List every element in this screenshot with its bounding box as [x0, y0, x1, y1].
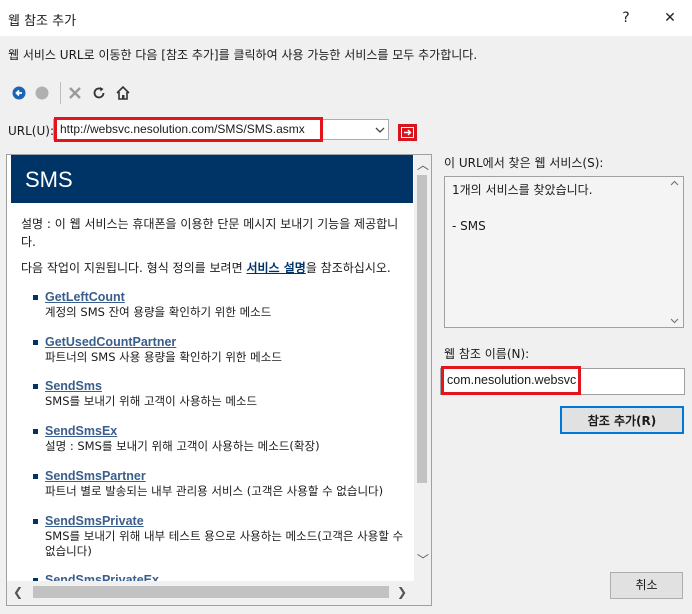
go-arrow-icon: [401, 127, 414, 138]
toolbar-separator: [60, 82, 61, 104]
vertical-scroll-thumb[interactable]: [417, 175, 427, 483]
operation-item: SendSmsPartner 파트너 별로 발송되는 내부 관리용 서비스 (고…: [33, 469, 415, 499]
operation-link[interactable]: SendSmsEx: [45, 424, 415, 439]
scroll-down-icon[interactable]: ﹀: [417, 551, 429, 568]
scroll-left-icon[interactable]: ❮: [13, 585, 23, 599]
operation-link[interactable]: SendSmsPartner: [45, 469, 415, 484]
bullet: [33, 519, 38, 524]
operations-intro-text: 다음 작업이 지원됩니다. 형식 정의를 보려면: [21, 261, 247, 275]
scroll-corner: [414, 581, 431, 605]
window-title: 웹 참조 추가: [8, 14, 77, 29]
operation-link[interactable]: SendSms: [45, 379, 415, 394]
services-found-label: 이 URL에서 찾은 웹 서비스(S):: [444, 156, 604, 170]
operation-link[interactable]: SendSmsPrivate: [45, 514, 415, 529]
service-description-link[interactable]: 서비스 설명: [246, 261, 305, 275]
refresh-icon[interactable]: [90, 84, 108, 102]
service-header: SMS: [11, 155, 413, 203]
chevron-down-icon[interactable]: [372, 121, 388, 138]
back-icon[interactable]: [10, 84, 28, 102]
bullet: [33, 474, 38, 479]
operation-link[interactable]: SendSmsPrivateEx: [45, 573, 415, 581]
url-label: URL(U):: [8, 124, 54, 138]
home-icon[interactable]: [114, 84, 132, 102]
go-button[interactable]: [398, 124, 417, 141]
service-browser[interactable]: SMS 설명 : 이 웹 서비스는 휴대폰을 이용한 단문 메시지 보내기 기능…: [6, 154, 432, 606]
operation-link[interactable]: GetLeftCount: [45, 290, 415, 305]
close-button[interactable]: ✕: [648, 6, 692, 30]
operations-intro-suffix: 을 참조하십시오.: [305, 261, 391, 275]
bullet: [33, 295, 38, 300]
operation-description: SMS를 보내기 위해 고객이 사용하는 메소드: [45, 394, 258, 408]
operation-item: GetUsedCountPartner 파트너의 SMS 사용 용량을 확인하기…: [33, 335, 415, 365]
help-button[interactable]: ?: [604, 6, 648, 30]
operation-description: 계정의 SMS 잔여 용량을 확인하기 위한 메소드: [45, 305, 272, 319]
operation-description: 설명 : SMS를 보내기 위해 고객이 사용하는 메소드(확장): [45, 439, 320, 453]
reference-name-highlight-box: [441, 366, 581, 395]
service-description: 설명 : 이 웹 서비스는 휴대폰을 이용한 단문 메시지 보내기 기능을 제공…: [21, 217, 399, 249]
url-highlight-box: [54, 117, 323, 142]
operation-description: 파트너 별로 발송되는 내부 관리용 서비스 (고객은 사용할 수 없습니다): [45, 484, 384, 498]
stop-icon[interactable]: [33, 84, 51, 102]
operation-link[interactable]: GetUsedCountPartner: [45, 335, 415, 350]
bullet: [33, 340, 38, 345]
operation-item: GetLeftCount 계정의 SMS 잔여 용량을 확인하기 위한 메소드: [33, 290, 415, 320]
add-reference-button[interactable]: 참조 추가(R): [560, 406, 684, 434]
service-title: SMS: [25, 167, 73, 192]
cancel-button[interactable]: 취소: [610, 572, 683, 599]
operation-item: SendSmsPrivateEx: [33, 573, 415, 581]
vertical-scrollbar[interactable]: ︿ ﹀: [414, 155, 431, 581]
services-scrollbar[interactable]: [666, 177, 683, 327]
operation-item: SendSmsEx 설명 : SMS를 보내기 위해 고객이 사용하는 메소드(…: [33, 424, 415, 454]
operations-intro: 다음 작업이 지원됩니다. 형식 정의를 보려면 서비스 설명을 참조하십시오.: [21, 259, 413, 276]
instruction-text: 웹 서비스 URL로 이동한 다음 [참조 추가]를 클릭하여 사용 가능한 서…: [8, 48, 478, 62]
operation-description: SMS를 보내기 위해 내부 테스트 용으로 사용하는 메소드(고객은 사용할 …: [45, 529, 404, 558]
delete-icon[interactable]: [66, 84, 84, 102]
services-found-text: 1개의 서비스를 찾았습니다. - SMS: [452, 183, 593, 233]
horizontal-scrollbar[interactable]: ❮ ❯: [7, 581, 414, 605]
title-bar: [0, 0, 692, 36]
browser-content: SMS 설명 : 이 웹 서비스는 휴대폰을 이용한 단문 메시지 보내기 기능…: [11, 155, 415, 581]
bullet: [33, 384, 38, 389]
operation-item: SendSmsPrivate SMS를 보내기 위해 내부 테스트 용으로 사용…: [33, 514, 415, 559]
operation-description: 파트너의 SMS 사용 용량을 확인하기 위한 메소드: [45, 350, 282, 364]
reference-name-label: 웹 참조 이름(N):: [444, 347, 530, 361]
bullet: [33, 429, 38, 434]
operation-item: SendSms SMS를 보내기 위해 고객이 사용하는 메소드: [33, 379, 415, 409]
horizontal-scroll-thumb[interactable]: [33, 586, 389, 598]
scroll-right-icon[interactable]: ❯: [397, 585, 407, 599]
scroll-up-icon[interactable]: ︿: [417, 156, 429, 173]
